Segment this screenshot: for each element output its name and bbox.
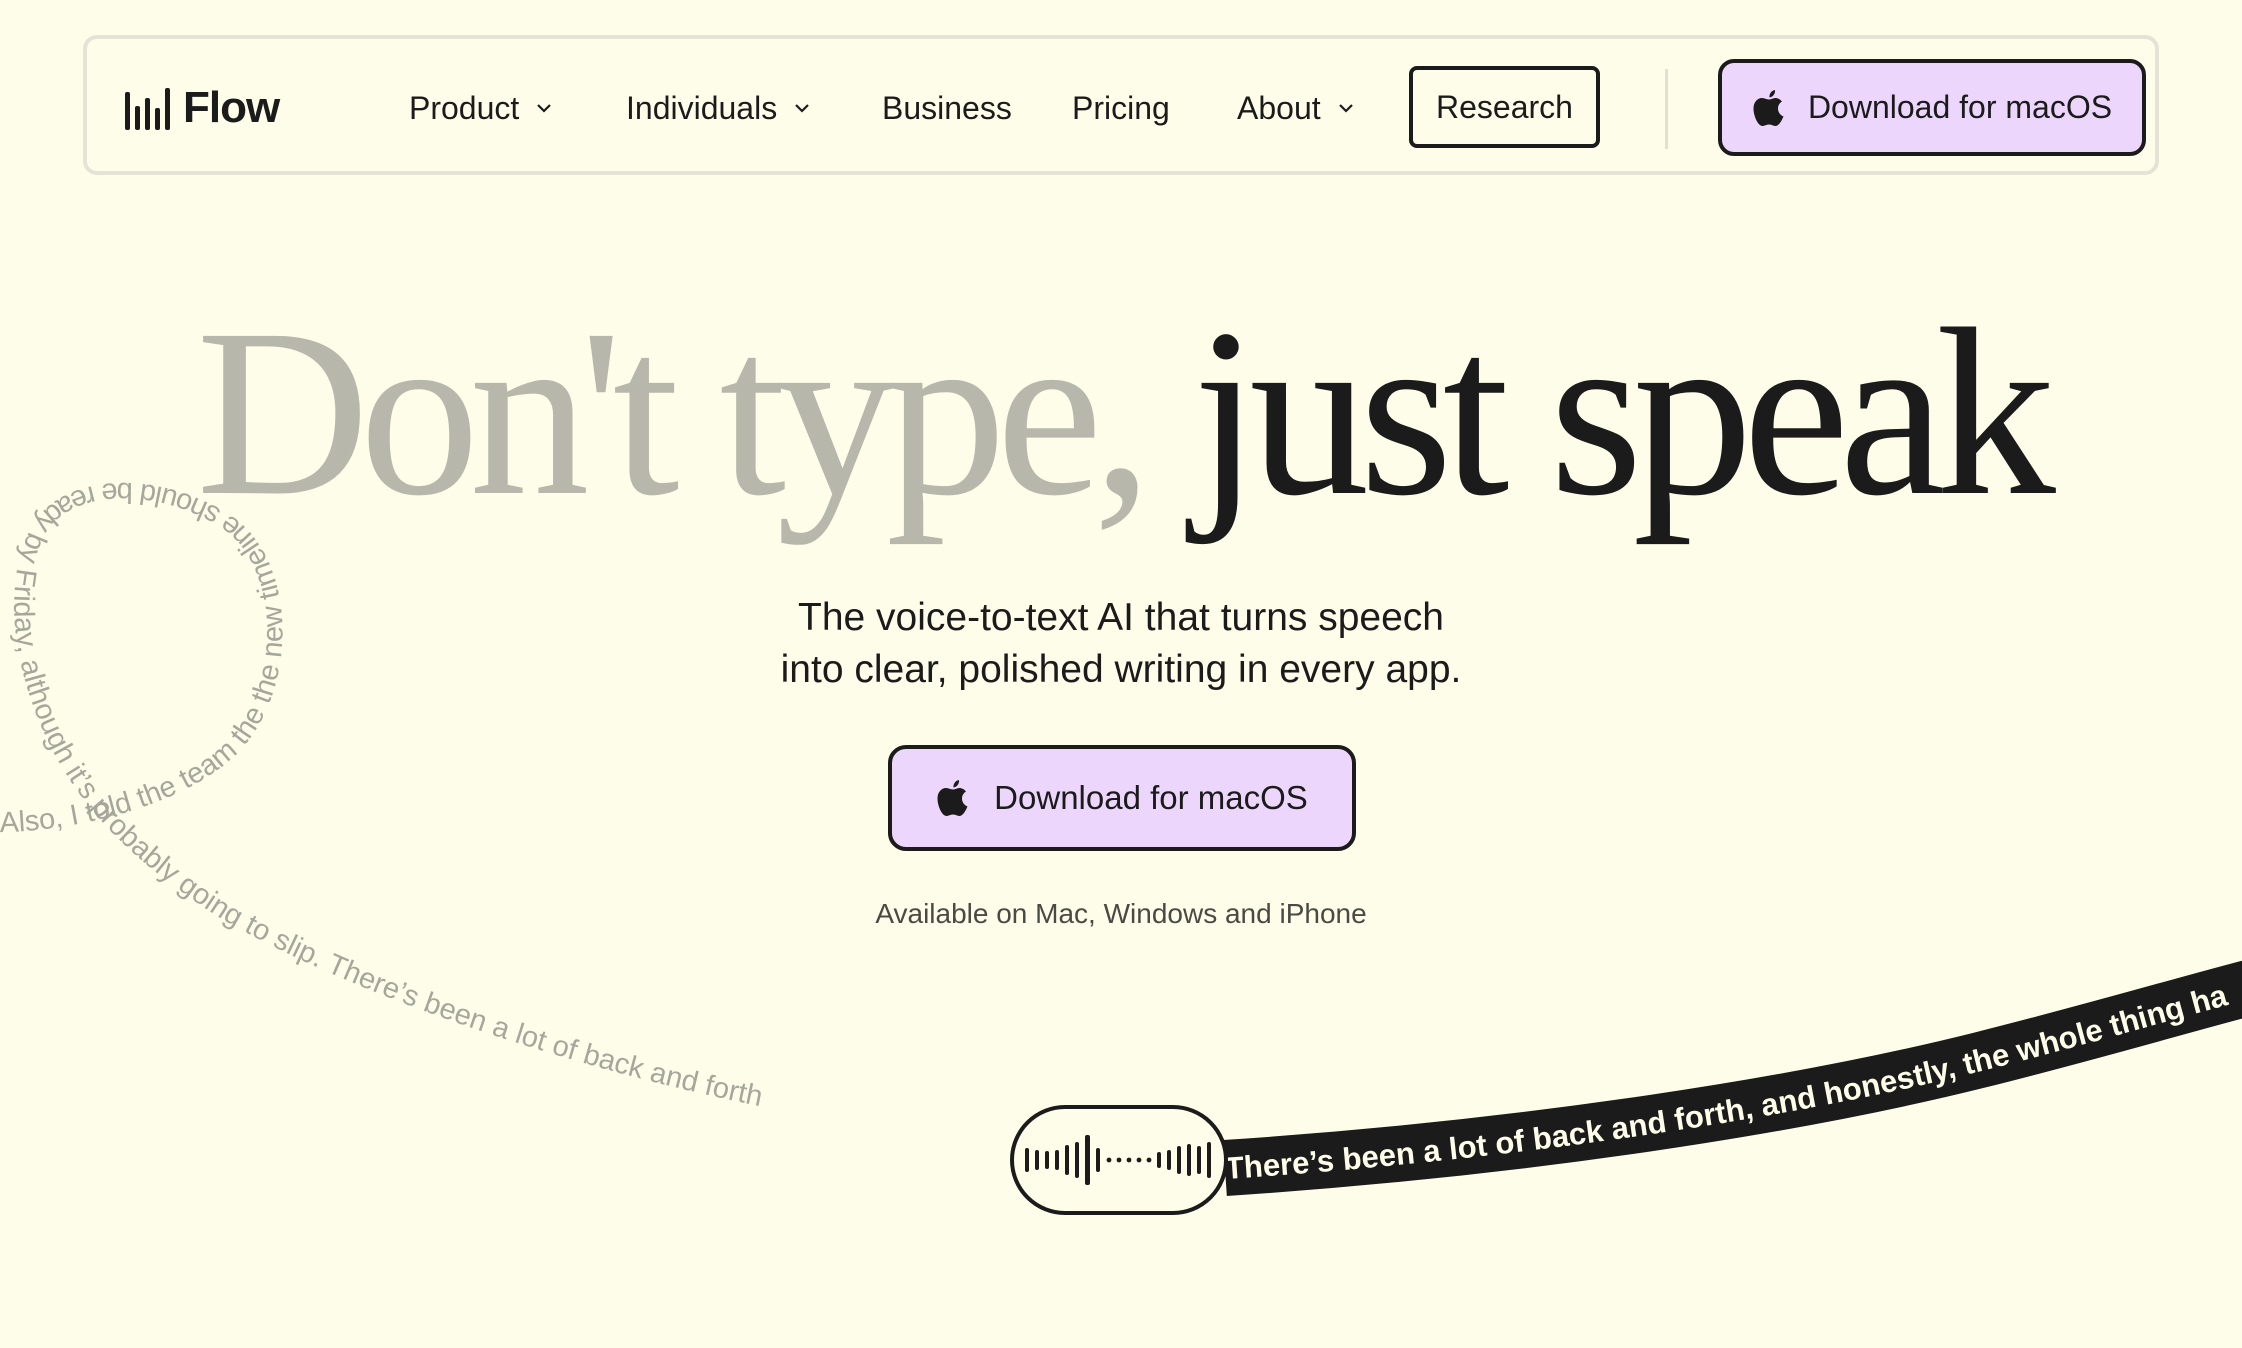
loop-transcript: Also, I told the team the the new timeli… xyxy=(0,476,765,1113)
loop-transcript-text: Also, I told the team the the new timeli… xyxy=(0,476,765,1113)
waveform-icon xyxy=(1025,1135,1211,1185)
voice-recorder-pill[interactable] xyxy=(1010,1105,1228,1215)
